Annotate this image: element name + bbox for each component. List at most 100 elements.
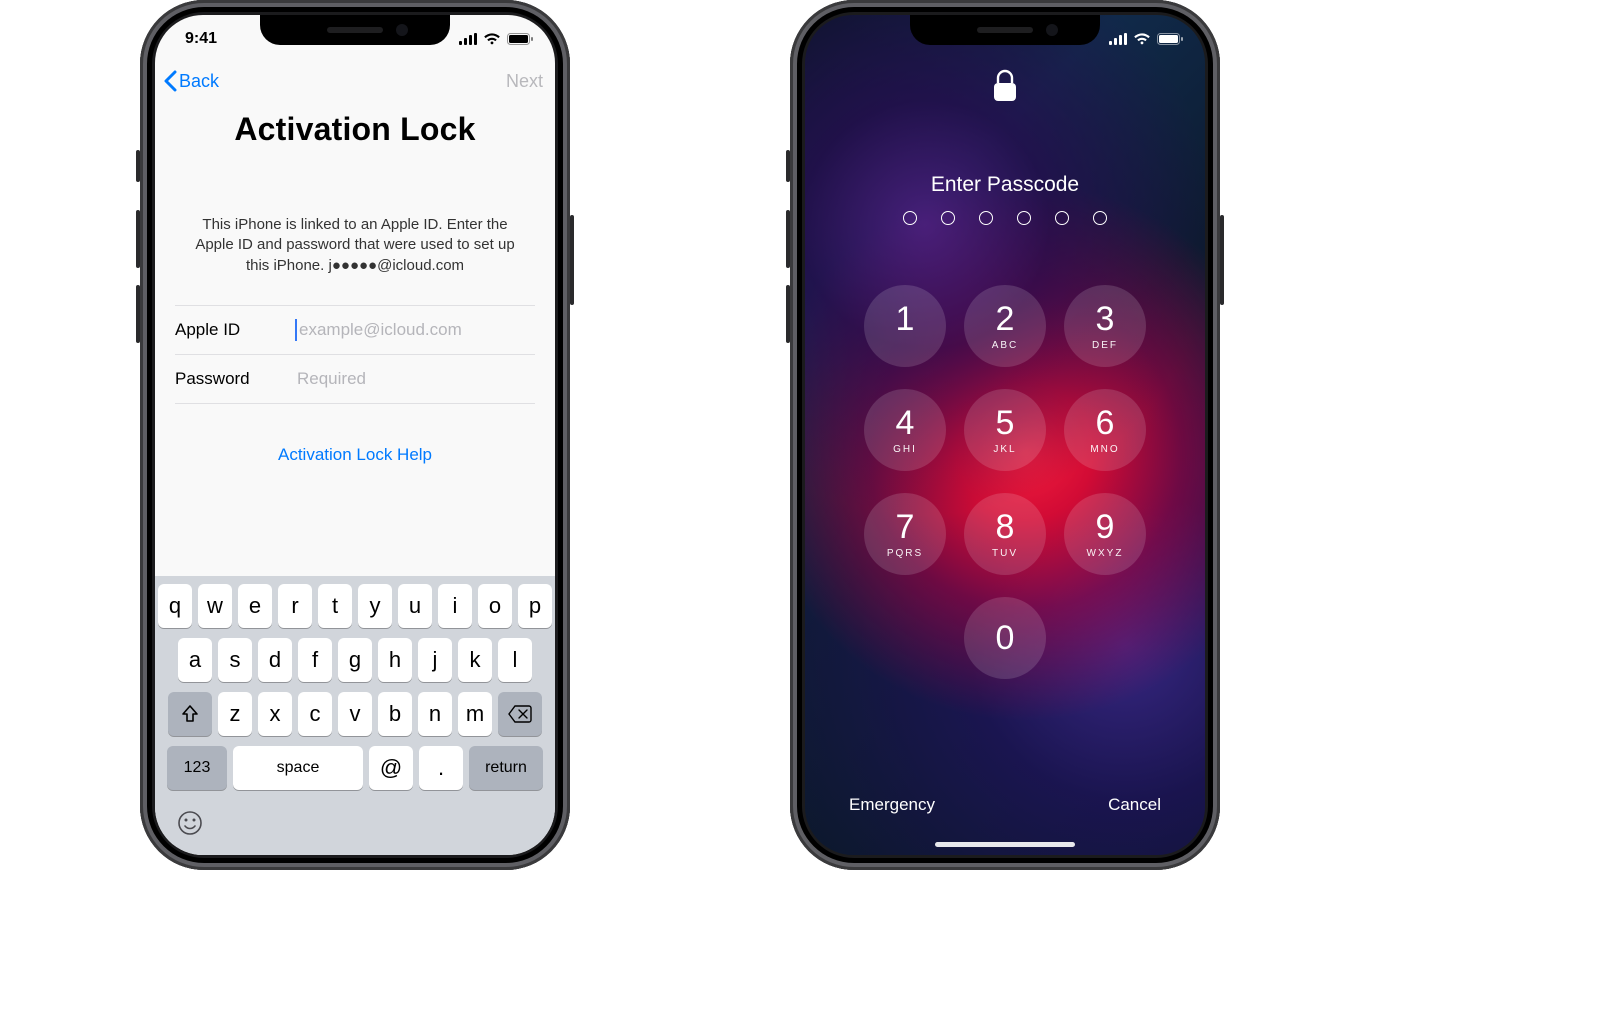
key-j[interactable]: j — [418, 638, 452, 682]
pad-key-2[interactable]: 2 ABC — [964, 285, 1046, 367]
key-q[interactable]: q — [158, 584, 192, 628]
pad-letters: MNO — [1090, 444, 1119, 455]
key-n[interactable]: n — [418, 692, 452, 736]
shift-key[interactable] — [168, 692, 212, 736]
emergency-button[interactable]: Emergency — [849, 795, 935, 815]
numbers-key[interactable]: 123 — [167, 746, 227, 790]
emoji-key[interactable] — [177, 810, 203, 843]
key-m[interactable]: m — [458, 692, 492, 736]
pad-key-4[interactable]: 4GHI — [864, 389, 946, 471]
pad-letters: JKL — [993, 444, 1016, 455]
keyboard-bottom — [159, 800, 551, 849]
at-key[interactable]: @ — [369, 746, 413, 790]
side-button-vol-up — [786, 210, 790, 268]
password-row[interactable]: Password — [175, 354, 535, 404]
key-x[interactable]: x — [258, 692, 292, 736]
key-y[interactable]: y — [358, 584, 392, 628]
key-z[interactable]: z — [218, 692, 252, 736]
next-button[interactable]: Next — [506, 71, 543, 92]
appleid-label: Apple ID — [175, 320, 295, 340]
key-b[interactable]: b — [378, 692, 412, 736]
pad-number: 7 — [896, 510, 915, 544]
speaker-grille — [977, 27, 1033, 33]
stage: 9:41 Back Next Activation Lock This iPho… — [0, 0, 1600, 1024]
pad-key-3[interactable]: 3DEF — [1064, 285, 1146, 367]
key-i[interactable]: i — [438, 584, 472, 628]
back-button[interactable]: Back — [163, 70, 219, 92]
key-r[interactable]: r — [278, 584, 312, 628]
key-h[interactable]: h — [378, 638, 412, 682]
passcode-dot — [903, 211, 917, 225]
key-l[interactable]: l — [498, 638, 532, 682]
pad-letters: PQRS — [887, 548, 923, 559]
pad-number: 5 — [996, 406, 1015, 440]
side-button-silence — [136, 150, 140, 182]
lock-icon — [992, 69, 1018, 108]
dot-key[interactable]: . — [419, 746, 463, 790]
key-o[interactable]: o — [478, 584, 512, 628]
nav-bar: Back Next — [155, 59, 555, 103]
passcode-title: Enter Passcode — [805, 173, 1205, 197]
pad-letters: TUV — [992, 548, 1018, 559]
key-c[interactable]: c — [298, 692, 332, 736]
key-u[interactable]: u — [398, 584, 432, 628]
signal-icon — [459, 33, 477, 45]
keyboard: qwertyuiop asdfghjkl zxcvbnm 123 space @… — [155, 576, 555, 855]
phone-passcode: Enter Passcode 1 2 ABC 3DEF 4GHI 5 JKL 6MNO 7 PQ… — [790, 0, 1220, 870]
screen: Enter Passcode 1 2 ABC 3DEF 4GHI 5 JKL 6MNO 7 PQ… — [805, 15, 1205, 855]
cancel-button[interactable]: Cancel — [1108, 795, 1161, 815]
pad-key-5[interactable]: 5 JKL — [964, 389, 1046, 471]
space-key[interactable]: space — [233, 746, 363, 790]
pad-key-6[interactable]: 6MNO — [1064, 389, 1146, 471]
password-input[interactable] — [295, 368, 535, 390]
key-e[interactable]: e — [238, 584, 272, 628]
pad-letters: ABC — [992, 340, 1019, 351]
key-s[interactable]: s — [218, 638, 252, 682]
signal-icon — [1109, 33, 1127, 45]
emoji-icon — [177, 810, 203, 836]
appleid-row[interactable]: Apple ID — [175, 305, 535, 354]
passcode-dots — [805, 211, 1205, 225]
key-g[interactable]: g — [338, 638, 372, 682]
pad-letters: WXYZ — [1087, 548, 1124, 559]
wifi-icon — [483, 33, 501, 45]
home-indicator[interactable] — [935, 842, 1075, 847]
phone-activation-lock: 9:41 Back Next Activation Lock This iPho… — [140, 0, 570, 870]
screen: 9:41 Back Next Activation Lock This iPho… — [155, 15, 555, 855]
pad-key-7[interactable]: 7 PQRS — [864, 493, 946, 575]
pad-key-8[interactable]: 8 TUV — [964, 493, 1046, 575]
key-a[interactable]: a — [178, 638, 212, 682]
pad-key-0[interactable]: 0 — [964, 597, 1046, 679]
key-k[interactable]: k — [458, 638, 492, 682]
pad-number: 1 — [896, 302, 915, 336]
pad-letters-empty — [903, 340, 908, 351]
keyboard-row-1: qwertyuiop — [159, 584, 551, 628]
keyboard-row-2: asdfghjkl — [159, 638, 551, 682]
key-p[interactable]: p — [518, 584, 552, 628]
passcode-dot — [1017, 211, 1031, 225]
help-link[interactable]: Activation Lock Help — [155, 445, 555, 465]
status-time: 9:41 — [185, 30, 217, 48]
backspace-key[interactable] — [498, 692, 542, 736]
appleid-input[interactable] — [297, 319, 535, 341]
key-w[interactable]: w — [198, 584, 232, 628]
pad-number: 2 — [996, 302, 1015, 336]
backspace-icon — [508, 705, 532, 723]
pad-letters: GHI — [893, 444, 917, 455]
key-v[interactable]: v — [338, 692, 372, 736]
pad-key-1[interactable]: 1 — [864, 285, 946, 367]
pad-key-9[interactable]: 9WXYZ — [1064, 493, 1146, 575]
key-t[interactable]: t — [318, 584, 352, 628]
key-d[interactable]: d — [258, 638, 292, 682]
key-f[interactable]: f — [298, 638, 332, 682]
passcode-dot — [979, 211, 993, 225]
return-key[interactable]: return — [469, 746, 543, 790]
pad-letters: DEF — [1092, 340, 1118, 351]
side-button-silence — [786, 150, 790, 182]
pad-number: 8 — [996, 510, 1015, 544]
side-button-power — [570, 215, 574, 305]
passcode-footer: Emergency Cancel — [805, 795, 1205, 815]
keyboard-row-4: 123 space @ . return — [159, 746, 551, 790]
side-button-vol-down — [786, 285, 790, 343]
back-label: Back — [179, 71, 219, 92]
